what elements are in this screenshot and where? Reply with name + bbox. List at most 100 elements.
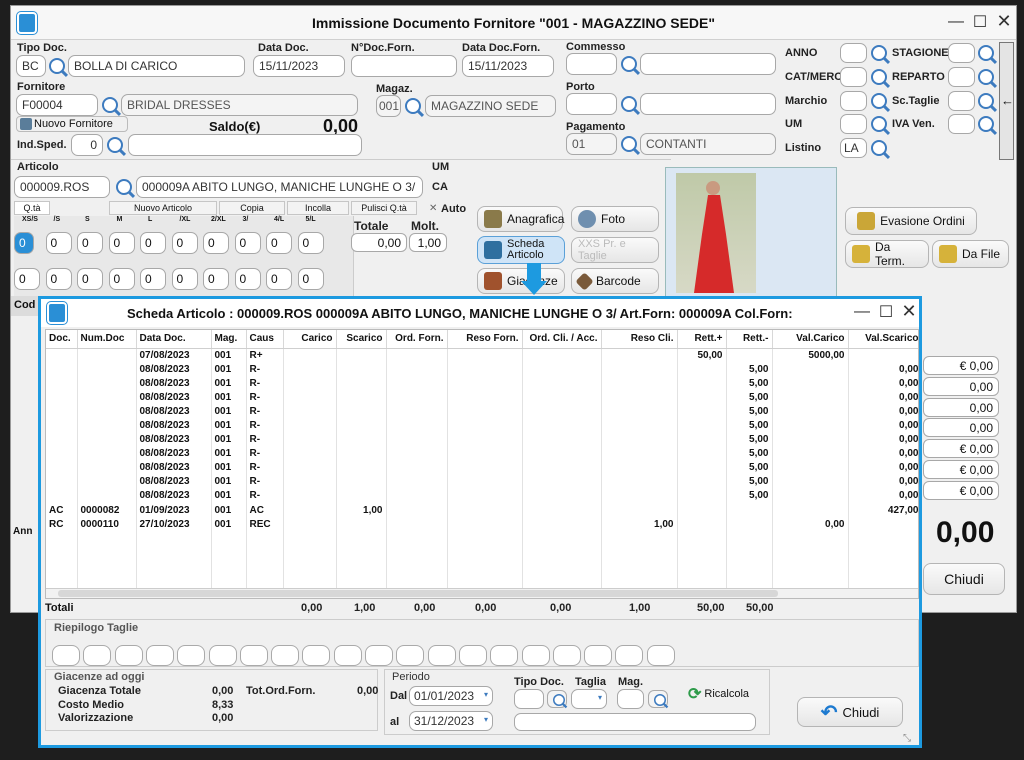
table-row[interactable]: 07/08/2023 001 R+ 50,00 5000,00	[46, 348, 918, 363]
search-icon[interactable]	[871, 93, 887, 109]
commesso-code[interactable]	[566, 53, 617, 75]
search-icon[interactable]	[871, 69, 887, 85]
table-row[interactable]: RC 0000110 27/10/2023 001 REC 1,00 0,00	[46, 517, 918, 532]
articolo-desc[interactable]: 000009A ABITO LUNGO, MANICHE LUNGHE O 3/	[136, 176, 423, 198]
tab-qta[interactable]: Q.tà	[14, 201, 50, 215]
table-row[interactable]: 08/08/2023 001 R- 5,00 0,00	[46, 474, 918, 489]
search-icon[interactable]	[405, 98, 421, 114]
search-icon[interactable]	[107, 137, 123, 153]
qty-input[interactable]: 0	[171, 232, 198, 254]
search-tipo-doc-button[interactable]	[547, 690, 567, 708]
qty-input[interactable]: 0	[45, 268, 72, 290]
resize-grip-icon[interactable]: ⤡	[903, 733, 911, 744]
nuovo-fornitore-button[interactable]: Nuovo Fornitore	[16, 116, 128, 132]
search-icon[interactable]	[621, 136, 637, 152]
search-icon[interactable]	[116, 179, 132, 195]
search-icon[interactable]	[978, 45, 994, 61]
table-row[interactable]: 08/08/2023 001 R- 5,00 0,00	[46, 390, 918, 405]
qty-input[interactable]: 0	[266, 268, 292, 290]
auto-check-icon[interactable]: ✕	[429, 203, 437, 214]
data-doc-forn-field[interactable]: 15/11/2023	[462, 55, 554, 77]
search-icon[interactable]	[102, 97, 118, 113]
qty-input[interactable]: 0	[14, 268, 40, 290]
listino-field[interactable]: LA	[840, 138, 867, 158]
qty-input[interactable]: 0	[140, 268, 166, 290]
qty-input[interactable]: 0	[234, 268, 261, 290]
table-row[interactable]: 08/08/2023 001 R- 5,00 0,00	[46, 376, 918, 391]
table-row[interactable]	[46, 545, 918, 560]
qty-input[interactable]: 0	[203, 268, 229, 290]
evasione-ordini-button[interactable]: Evasione Ordini	[845, 207, 977, 235]
table-row[interactable]	[46, 573, 918, 588]
catmerc-field[interactable]	[840, 67, 867, 87]
qty-input[interactable]: 0	[297, 268, 324, 290]
marchio-field[interactable]	[840, 91, 867, 111]
horizontal-scrollbar[interactable]	[46, 588, 918, 598]
qty-input[interactable]: 0	[234, 232, 261, 254]
search-icon[interactable]	[871, 45, 887, 61]
porto-code[interactable]	[566, 93, 617, 115]
qty-input[interactable]: 0	[171, 268, 198, 290]
magaz-code[interactable]: 001	[376, 95, 401, 117]
porto-desc[interactable]	[640, 93, 776, 115]
anagrafica-button[interactable]: Anagrafica	[477, 206, 564, 232]
sctaglie-field[interactable]	[948, 91, 975, 111]
mag-filter[interactable]	[617, 689, 644, 709]
minimize-icon[interactable]: —	[849, 303, 875, 321]
search-icon[interactable]	[978, 69, 994, 85]
qty-input[interactable]: 0	[45, 232, 72, 254]
dal-date-field[interactable]: 01/01/2023 ▾	[409, 686, 493, 706]
stagione-field[interactable]	[948, 43, 975, 63]
data-doc-field[interactable]: 15/11/2023	[253, 55, 345, 77]
nuovo-articolo-button[interactable]: Nuovo Articolo	[109, 201, 217, 215]
qty-input[interactable]: 0	[203, 232, 229, 254]
maximize-icon[interactable]: ☐	[967, 12, 993, 32]
barcode-button[interactable]: Barcode	[571, 268, 659, 294]
search-icon[interactable]	[871, 116, 887, 132]
ind-sped-desc[interactable]	[128, 134, 362, 156]
tipo-doc-code[interactable]: BC	[16, 55, 46, 77]
magaz-desc[interactable]: MAGAZZINO SEDE	[425, 95, 556, 117]
search-icon[interactable]	[49, 58, 65, 74]
qty-input[interactable]: 0	[14, 232, 34, 254]
tipo-doc-filter[interactable]	[514, 689, 544, 709]
taglia-select[interactable]: ▾	[571, 689, 607, 709]
pagamento-desc[interactable]: CONTANTI	[640, 133, 776, 155]
molt-value[interactable]: 1,00	[409, 233, 447, 252]
table-row[interactable]: 08/08/2023 001 R- 5,00 0,00	[46, 432, 918, 447]
qty-input[interactable]: 0	[108, 232, 135, 254]
side-panel-toggle[interactable]: ←	[999, 42, 1014, 160]
fornitore-desc[interactable]: BRIDAL DRESSES	[121, 94, 358, 116]
qty-input[interactable]: 0	[140, 232, 166, 254]
fornitore-code[interactable]: F00004	[16, 94, 98, 116]
anno-field[interactable]	[840, 43, 867, 63]
ricalcola-button[interactable]: ⟳ Ricalcola	[688, 684, 749, 704]
al-date-field[interactable]: 31/12/2023 ▾	[409, 711, 493, 731]
table-row[interactable]: 08/08/2023 001 R- 5,00 0,00	[46, 488, 918, 504]
search-mag-button[interactable]	[648, 690, 668, 708]
search-icon[interactable]	[871, 140, 887, 156]
um-field[interactable]	[840, 114, 867, 134]
foto-button[interactable]: Foto	[571, 206, 659, 232]
table-row[interactable]: 08/08/2023 001 R- 5,00 0,00	[46, 362, 918, 377]
qty-input[interactable]: 0	[77, 268, 103, 290]
scheda-articolo-button[interactable]: Scheda Articolo	[477, 236, 565, 264]
copia-button[interactable]: Copia	[219, 201, 285, 215]
qty-input[interactable]: 0	[297, 232, 324, 254]
minimize-icon[interactable]: —	[943, 13, 969, 31]
tipo-doc-desc[interactable]: BOLLA DI CARICO	[68, 55, 245, 77]
table-row[interactable]	[46, 531, 918, 546]
search-icon[interactable]	[621, 96, 637, 112]
search-icon[interactable]	[978, 93, 994, 109]
table-row[interactable]: AC 0000082 01/09/2023 001 AC 1,00 427,00	[46, 503, 918, 518]
da-term-button[interactable]: Da Term.	[845, 240, 929, 268]
ind-sped-field[interactable]: 0	[71, 134, 103, 156]
table-row[interactable]: 08/08/2023 001 R- 5,00 0,00	[46, 404, 918, 419]
table-row[interactable]: 08/08/2023 001 R- 5,00 0,00	[46, 446, 918, 461]
chiudi-main-button[interactable]: Chiudi	[923, 563, 1005, 595]
scrollbar-thumb[interactable]	[58, 590, 778, 597]
pulisci-button[interactable]: Pulisci Q.tà	[351, 201, 417, 215]
table-row[interactable]: 08/08/2023 001 R- 5,00 0,00	[46, 418, 918, 433]
incolla-button[interactable]: Incolla	[287, 201, 349, 215]
close-icon[interactable]: ✕	[991, 11, 1017, 32]
